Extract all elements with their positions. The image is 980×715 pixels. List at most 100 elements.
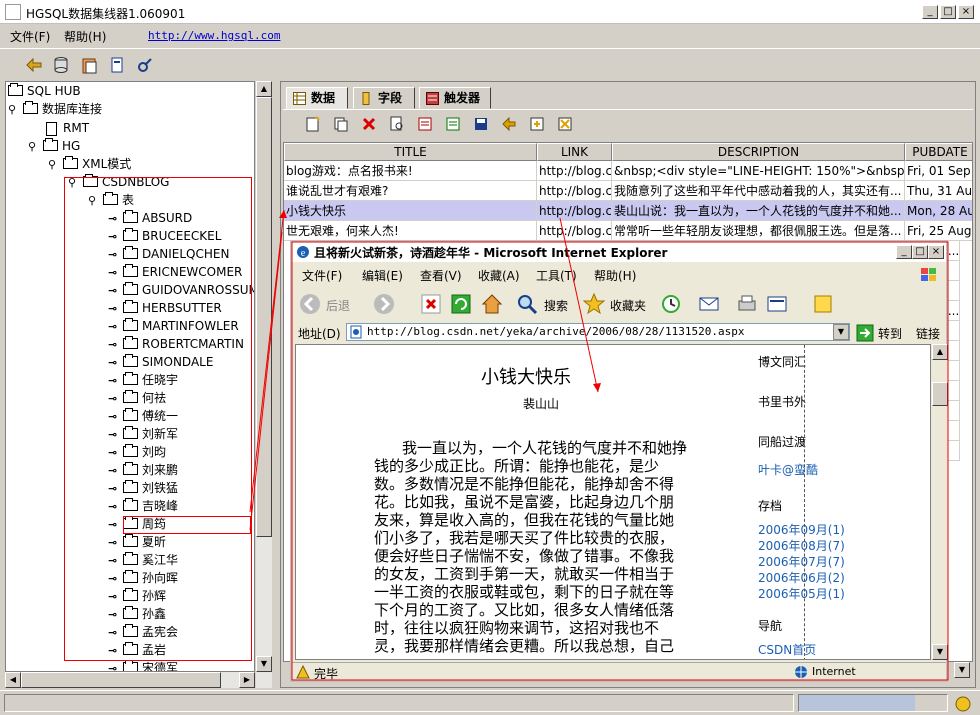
tab-triggers[interactable]: 触发器	[419, 87, 491, 109]
scroll-thumb[interactable]	[21, 672, 221, 688]
column-header-title[interactable]: TITLE	[284, 143, 537, 161]
nav-heading: 导航	[758, 619, 783, 633]
scroll-down-button[interactable]: ▼	[954, 662, 970, 678]
stop-icon[interactable]	[420, 293, 442, 315]
new-record-icon[interactable]	[305, 116, 321, 132]
browser-maximize-button[interactable]: □	[912, 245, 928, 259]
tab-data[interactable]: 数据	[286, 87, 348, 109]
scroll-left-button[interactable]: ◀	[5, 672, 21, 688]
tree-node-hg[interactable]: ⚲ HG	[28, 137, 80, 155]
archive-link[interactable]: 2006年08月(7)	[758, 537, 845, 554]
delete-icon[interactable]	[361, 116, 377, 132]
browser-menu-favorites[interactable]: 收藏(A)	[478, 267, 520, 284]
scroll-up-button[interactable]: ▲	[932, 344, 948, 360]
address-input[interactable]: http://blog.csdn.net/yeka/archive/2006/0…	[346, 323, 850, 341]
tree-node-xml[interactable]: ⚲ XML模式	[48, 155, 131, 173]
browser-minimize-button[interactable]: _	[896, 245, 912, 259]
document-icon[interactable]	[108, 56, 126, 74]
grid-cell[interactable]: 裴山山说：我一直以为，一个人花钱的气度并不和她...	[612, 201, 905, 221]
database-tree[interactable]: SQL HUB ⚲ 数据库连接 RMT ⚲ HG ⚲ XML模式 ⚲ CSDNBLOG …	[5, 81, 255, 672]
database-icon[interactable]	[52, 56, 70, 74]
favorites-star-icon[interactable]	[582, 292, 606, 316]
favorites-label[interactable]: 收藏夹	[610, 297, 646, 314]
paste-icon[interactable]	[80, 56, 98, 74]
column-header-link[interactable]: LINK	[537, 143, 612, 161]
browser-menu-view[interactable]: 查看(V)	[420, 267, 462, 284]
back-label[interactable]: 后退	[326, 297, 350, 314]
archive-link[interactable]: 2006年07月(7)	[758, 553, 845, 570]
column-header-description[interactable]: DESCRIPTION	[612, 143, 905, 161]
address-dropdown-button[interactable]: ▼	[833, 324, 849, 340]
browser-menu-edit[interactable]: 编辑(E)	[362, 267, 403, 284]
search-icon[interactable]	[516, 293, 538, 315]
copy-record-icon[interactable]	[333, 116, 349, 132]
app-icon	[5, 4, 21, 20]
settings-icon[interactable]	[557, 116, 573, 132]
edit-icon[interactable]	[766, 293, 788, 315]
refresh-icon[interactable]	[529, 116, 545, 132]
maximize-button[interactable]: □	[940, 5, 956, 19]
grid-cell[interactable]: 常常听一些年轻朋友谈理想，都很佩服王选。但是落...	[612, 221, 905, 241]
history-icon[interactable]	[660, 293, 682, 315]
archive-link[interactable]: 2006年09月(1)	[758, 521, 845, 538]
menu-file[interactable]: 文件(F)	[10, 28, 50, 45]
grid-cell[interactable]: blog游戏：点名报书来!	[284, 161, 537, 181]
minimize-button[interactable]: _	[922, 5, 938, 19]
grid-cell[interactable]: http://blog.c...	[537, 201, 612, 221]
close-button[interactable]: ×	[958, 5, 974, 19]
grid-cell[interactable]: &nbsp;<div style="LINE-HEIGHT: 150%">&nb…	[612, 161, 905, 181]
import-icon[interactable]	[445, 116, 461, 132]
tree-vertical-scrollbar[interactable]: ▲ ▼	[256, 81, 272, 688]
folder-icon	[63, 156, 78, 169]
tree-node-db-conn[interactable]: ⚲ 数据库连接	[8, 100, 102, 118]
connect-icon[interactable]	[25, 56, 43, 74]
search-label[interactable]: 搜索	[544, 297, 568, 314]
homepage-link[interactable]: http://www.hgsql.com	[148, 29, 280, 42]
grid-cell[interactable]: http://blog.c...	[537, 161, 612, 181]
browser-menu-help[interactable]: 帮助(H)	[594, 267, 636, 284]
archive-link[interactable]: 2006年05月(1)	[758, 585, 845, 602]
grid-cell[interactable]: http://blog.c...	[537, 181, 612, 201]
save-icon[interactable]	[473, 116, 489, 132]
browser-menu-file[interactable]: 文件(F)	[302, 267, 342, 284]
scroll-right-button[interactable]: ▶	[239, 672, 255, 688]
scroll-down-button[interactable]: ▼	[932, 644, 948, 660]
friend-link[interactable]: 叶卡@蛮酷	[758, 461, 818, 478]
go-button[interactable]: 转到	[878, 325, 902, 342]
grid-cell[interactable]: http://blog.c...	[537, 221, 612, 241]
main-status-bar	[0, 690, 980, 715]
tree-node-rmt[interactable]: RMT	[46, 119, 89, 137]
scroll-up-button[interactable]: ▲	[256, 81, 272, 97]
home-icon[interactable]	[480, 292, 504, 316]
pane-vertical-scrollbar[interactable]: ▼	[953, 82, 971, 687]
mail-icon[interactable]	[698, 293, 720, 315]
expand-icon[interactable]: ⊸	[108, 660, 120, 672]
tools-icon[interactable]	[136, 56, 154, 74]
forward-icon[interactable]	[372, 292, 396, 316]
find-icon[interactable]	[389, 116, 405, 132]
back-icon[interactable]	[298, 292, 322, 316]
grid-cell[interactable]: 我随意列了这些和平年代中感动着我的人，其实还有...	[612, 181, 905, 201]
scroll-thumb[interactable]	[932, 382, 948, 406]
notes-icon[interactable]	[812, 293, 834, 315]
refresh-icon[interactable]	[450, 293, 472, 315]
browser-menu-tools[interactable]: 工具(T)	[536, 267, 577, 284]
scroll-thumb[interactable]	[256, 97, 272, 537]
browser-vertical-scrollbar[interactable]: ▲ ▼	[932, 344, 948, 660]
menu-help[interactable]: 帮助(H)	[64, 28, 106, 45]
back-arrow-icon[interactable]	[501, 116, 517, 132]
print-icon[interactable]	[736, 293, 758, 315]
scroll-down-button[interactable]: ▼	[256, 656, 272, 672]
grid-cell[interactable]: 世无艰难，何来人杰!	[284, 221, 537, 241]
grid-cell[interactable]: 谁说乱世才有艰难?	[284, 181, 537, 201]
tree-horizontal-scrollbar[interactable]: ◀ ▶	[5, 672, 255, 688]
export-icon[interactable]	[417, 116, 433, 132]
tree-node-root[interactable]: SQL HUB	[8, 82, 81, 100]
csdn-home-link[interactable]: CSDN首页	[758, 641, 816, 658]
browser-close-button[interactable]: ×	[928, 245, 944, 259]
go-arrow-icon[interactable]	[856, 324, 874, 342]
grid-cell[interactable]: 小钱大快乐	[284, 201, 537, 221]
tab-fields[interactable]: 字段	[353, 87, 415, 109]
links-button[interactable]: 链接	[916, 325, 940, 342]
archive-link[interactable]: 2006年06月(2)	[758, 569, 845, 586]
